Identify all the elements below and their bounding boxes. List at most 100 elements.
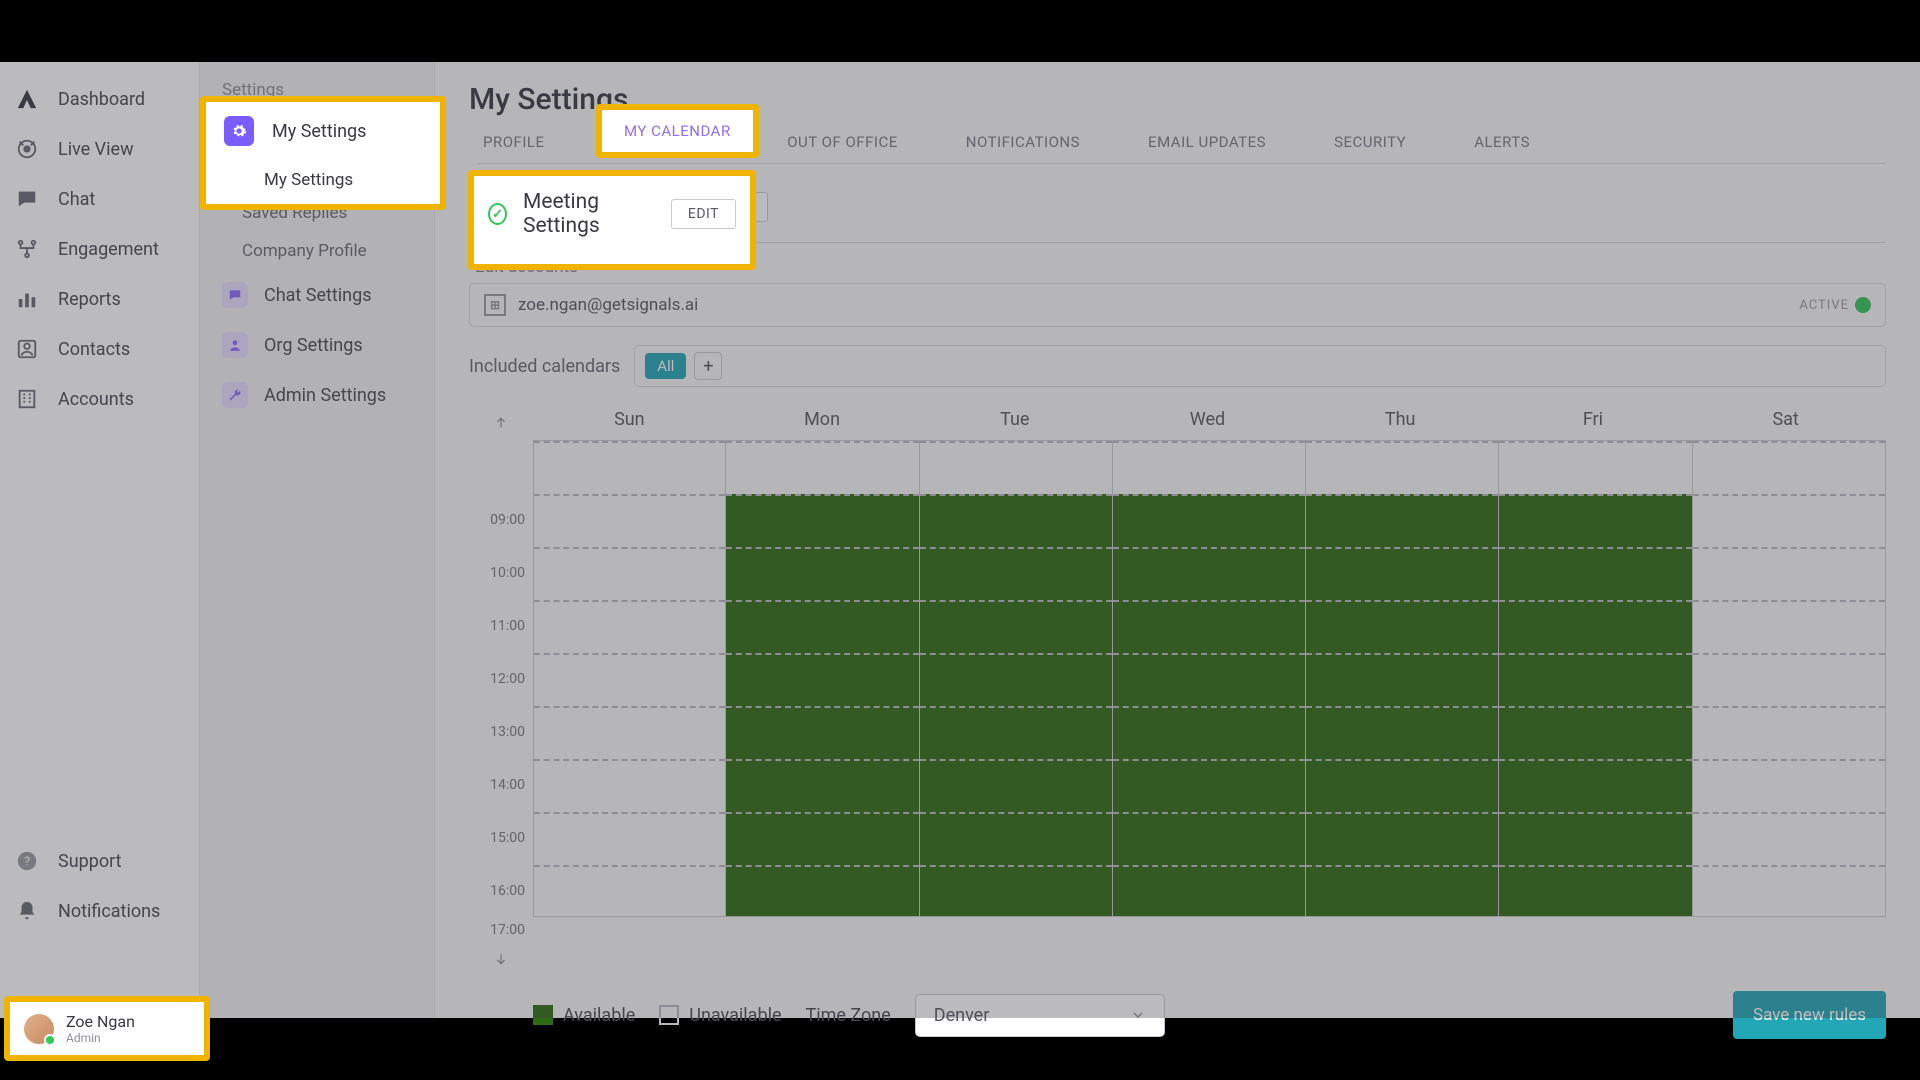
status-dot-icon <box>1855 297 1871 313</box>
nav-rail: Dashboard Live View Chat Engagement Repo… <box>0 62 200 1018</box>
chevron-down-icon <box>1130 1007 1146 1023</box>
highlight-meeting-settings: ✓ Meeting Settings EDIT <box>468 170 756 270</box>
status-text: ACTIVE <box>1799 298 1849 313</box>
time-1200: 12:00 <box>490 652 525 705</box>
settings-group-org[interactable]: Org Settings <box>200 320 434 370</box>
nav-item-notifications[interactable]: Notifications <box>0 886 199 936</box>
highlight-tab-mycalendar: MY CALENDAR <box>596 104 759 158</box>
calendar-footer: Available Unavailable Time Zone Denver S… <box>469 991 1886 1039</box>
col-tue[interactable] <box>920 440 1113 917</box>
col-mon[interactable] <box>726 440 919 917</box>
group-label: Org Settings <box>264 335 363 356</box>
building-icon <box>14 386 40 412</box>
user-placeholder <box>0 936 199 992</box>
avail-fri[interactable] <box>1499 494 1691 916</box>
nav-label: Support <box>58 851 122 872</box>
hl-edit-button[interactable]: EDIT <box>671 199 736 229</box>
chat-icon <box>222 282 248 308</box>
nav-item-chat[interactable]: Chat <box>0 174 199 224</box>
logo-icon <box>14 86 40 112</box>
nav-label: Reports <box>58 289 121 310</box>
nav-item-dashboard[interactable]: Dashboard <box>0 74 199 124</box>
nav-item-liveview[interactable]: Live View <box>0 124 199 174</box>
bell-icon <box>14 898 40 924</box>
included-label: Included calendars <box>469 356 620 377</box>
avail-wed[interactable] <box>1113 494 1305 916</box>
letterbox-top <box>0 0 1920 62</box>
settings-group-admin[interactable]: Admin Settings <box>200 370 434 420</box>
nav-item-reports[interactable]: Reports <box>0 274 199 324</box>
hl-meeting-title: Meeting Settings <box>523 190 655 238</box>
timezone-value: Denver <box>934 1005 990 1026</box>
ms-icon: ⊞ <box>484 294 506 316</box>
avail-thu[interactable] <box>1306 494 1498 916</box>
time-1500: 15:00 <box>490 811 525 864</box>
day-sun: Sun <box>533 409 726 440</box>
timezone-label: Time Zone <box>806 1005 891 1026</box>
avail-mon[interactable] <box>726 494 918 916</box>
col-sat[interactable] <box>1693 440 1886 917</box>
nav-spacer <box>0 424 199 836</box>
nav-label: Engagement <box>58 239 159 260</box>
tab-out-of-office[interactable]: OUT OF OFFICE <box>781 121 904 163</box>
day-wed: Wed <box>1111 409 1304 440</box>
group-label: Chat Settings <box>264 285 372 306</box>
gear-icon <box>224 116 254 146</box>
save-button[interactable]: Save new rules <box>1733 991 1886 1039</box>
timezone-select[interactable]: Denver <box>915 994 1165 1037</box>
tab-email-updates[interactable]: EMAIL UPDATES <box>1142 121 1272 163</box>
nav-item-contacts[interactable]: Contacts <box>0 324 199 374</box>
day-tue: Tue <box>918 409 1111 440</box>
settings-sub-companyprofile[interactable]: Company Profile <box>200 232 434 270</box>
time-1000: 10:00 <box>490 546 525 599</box>
nav-label: Contacts <box>58 339 130 360</box>
tab-alerts[interactable]: ALERTS <box>1468 121 1536 163</box>
account-email: zoe.ngan@getsignals.ai <box>518 295 1787 315</box>
calendar-grid[interactable]: 09:00 10:00 11:00 12:00 13:00 14:00 15:0… <box>469 440 1886 943</box>
col-wed[interactable] <box>1113 440 1306 917</box>
swatch-unavailable <box>659 1005 679 1025</box>
nav-label: Dashboard <box>58 89 145 110</box>
tab-security[interactable]: SECURITY <box>1328 121 1412 163</box>
swatch-available <box>533 1005 553 1025</box>
nav-label: Notifications <box>58 901 160 922</box>
scroll-up-button[interactable] <box>469 409 533 440</box>
account-status: ACTIVE <box>1799 297 1871 313</box>
legend-unavailable: Unavailable <box>659 1005 781 1026</box>
time-1600: 16:00 <box>490 864 525 917</box>
highlight-user-card: Zoe Ngan Admin <box>4 996 210 1061</box>
pill-all[interactable]: All <box>645 353 686 379</box>
svg-text:?: ? <box>24 855 30 870</box>
day-header: Sun Mon Tue Wed Thu Fri Sat <box>469 409 1886 440</box>
hl-sub-label: My Settings <box>206 160 440 204</box>
col-thu[interactable] <box>1306 440 1499 917</box>
time-1100: 11:00 <box>490 599 525 652</box>
col-sun[interactable] <box>533 440 726 917</box>
time-1700: 17:00 <box>490 917 525 943</box>
bars-icon <box>14 286 40 312</box>
scroll-down-button[interactable] <box>469 943 533 969</box>
nav-item-support[interactable]: ? Support <box>0 836 199 886</box>
included-box[interactable]: All + <box>634 345 1886 387</box>
arrow-down-row <box>469 943 1886 969</box>
check-circle-icon: ✓ <box>488 203 507 225</box>
day-mon: Mon <box>726 409 919 440</box>
add-calendar-button[interactable]: + <box>694 352 722 380</box>
day-thu: Thu <box>1304 409 1497 440</box>
nav-item-engagement[interactable]: Engagement <box>0 224 199 274</box>
time-1400: 14:00 <box>490 758 525 811</box>
hl-group-label: My Settings <box>272 121 366 142</box>
legend-available: Available <box>533 1005 635 1026</box>
avail-tue[interactable] <box>920 494 1112 916</box>
nav-item-accounts[interactable]: Accounts <box>0 374 199 424</box>
col-fri[interactable] <box>1499 440 1692 917</box>
tab-notifications[interactable]: NOTIFICATIONS <box>960 121 1086 163</box>
time-1300: 13:00 <box>490 705 525 758</box>
account-row[interactable]: ⊞ zoe.ngan@getsignals.ai ACTIVE <box>469 283 1886 327</box>
calendar: Sun Mon Tue Wed Thu Fri Sat 09:00 10:00 … <box>469 409 1886 1039</box>
time-0900: 09:00 <box>490 493 525 546</box>
tab-profile[interactable]: PROFILE <box>477 121 551 163</box>
settings-group-chat[interactable]: Chat Settings <box>200 270 434 320</box>
help-icon: ? <box>14 848 40 874</box>
nav-label: Live View <box>58 139 134 160</box>
